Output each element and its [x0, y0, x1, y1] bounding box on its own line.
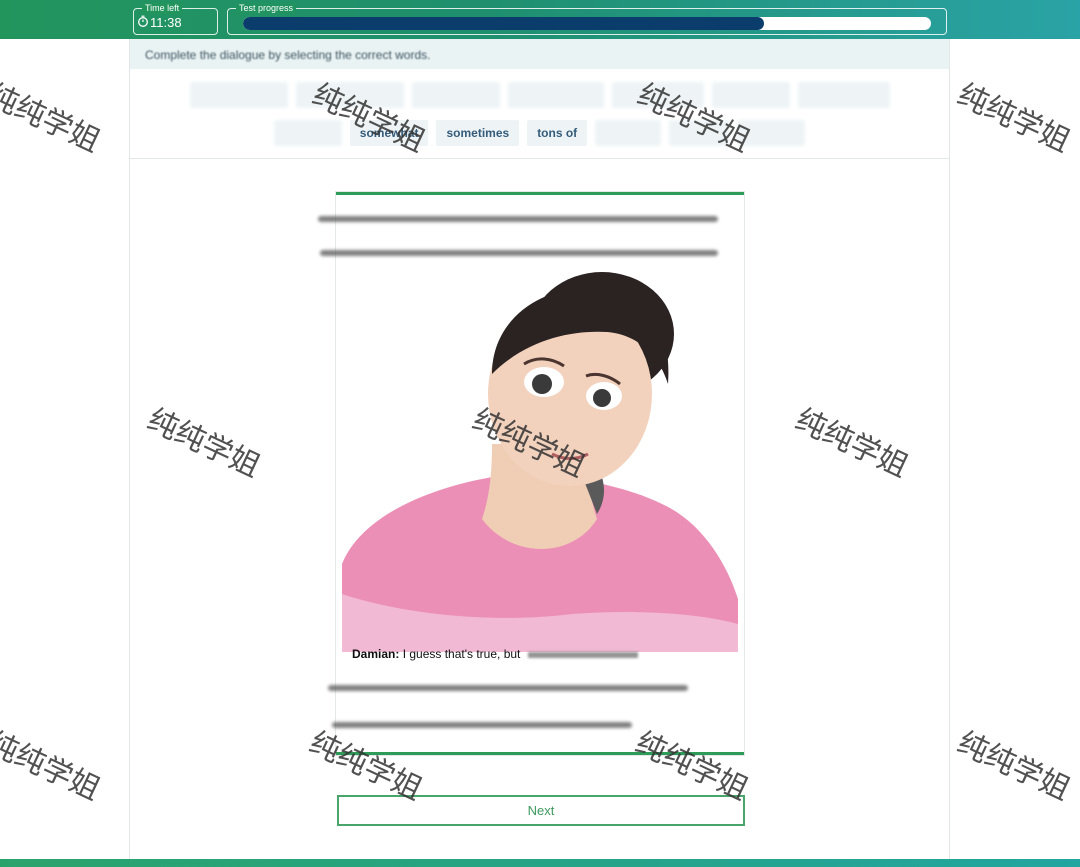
- blurred-text-line: [328, 685, 688, 691]
- word-chip[interactable]: [797, 82, 890, 108]
- stopwatch-icon: [138, 15, 148, 27]
- watermark: 纯纯学姐: [951, 77, 1076, 160]
- word-chip[interactable]: [669, 120, 730, 146]
- blurred-text: [527, 651, 638, 658]
- blurred-text-line: [332, 722, 632, 728]
- content-panel: Complete the dialogue by selecting the c…: [129, 39, 950, 859]
- word-chip[interactable]: [611, 82, 704, 108]
- card-bottom-accent: [336, 752, 744, 755]
- blurred-text-line: [320, 250, 718, 256]
- word-chip[interactable]: [507, 82, 604, 108]
- next-button[interactable]: Next: [337, 795, 745, 826]
- instruction-band: Complete the dialogue by selecting the c…: [130, 39, 949, 69]
- speaker-name: Damian:: [352, 647, 400, 661]
- card-top-accent: [336, 192, 744, 195]
- word-chip[interactable]: [273, 120, 342, 146]
- word-chip-tons-of[interactable]: tons of: [527, 120, 588, 146]
- blurred-text-line: [318, 216, 718, 222]
- word-chip[interactable]: [411, 82, 500, 108]
- bottom-bar: [0, 859, 1080, 867]
- timer-box: Time left 11:38: [133, 3, 218, 35]
- word-chip-somewhat[interactable]: somewhat: [349, 120, 429, 146]
- word-chip[interactable]: [737, 120, 806, 146]
- progress-fill: [243, 17, 764, 30]
- word-chip[interactable]: [295, 82, 404, 108]
- dialogue-text: I guess that's true, but: [402, 647, 521, 661]
- section-divider: [130, 158, 949, 159]
- top-bar: Time left 11:38 Test progress: [0, 0, 1080, 39]
- progress-legend: Test progress: [236, 3, 297, 14]
- timer-legend: Time left: [142, 3, 183, 14]
- character-illustration: [342, 264, 738, 652]
- progress-box: Test progress: [227, 3, 947, 35]
- instruction-text: Complete the dialogue by selecting the c…: [145, 48, 431, 62]
- watermark: 纯纯学姐: [0, 725, 106, 808]
- word-bank-row-2: somewhat sometimes tons of: [130, 120, 949, 146]
- watermark: 纯纯学姐: [951, 725, 1076, 808]
- word-chip[interactable]: [711, 82, 790, 108]
- word-chip[interactable]: [595, 120, 662, 146]
- word-chip[interactable]: [189, 82, 288, 108]
- dialogue-card: Damian: I guess that's true, but: [318, 191, 745, 756]
- timer-value: 11:38: [150, 15, 182, 30]
- watermark: 纯纯学姐: [0, 77, 106, 160]
- progress-track: [243, 17, 931, 30]
- dialogue-line: Damian: I guess that's true, but: [352, 647, 638, 661]
- word-bank-row-1: [130, 82, 949, 108]
- word-chip-sometimes[interactable]: sometimes: [436, 120, 520, 146]
